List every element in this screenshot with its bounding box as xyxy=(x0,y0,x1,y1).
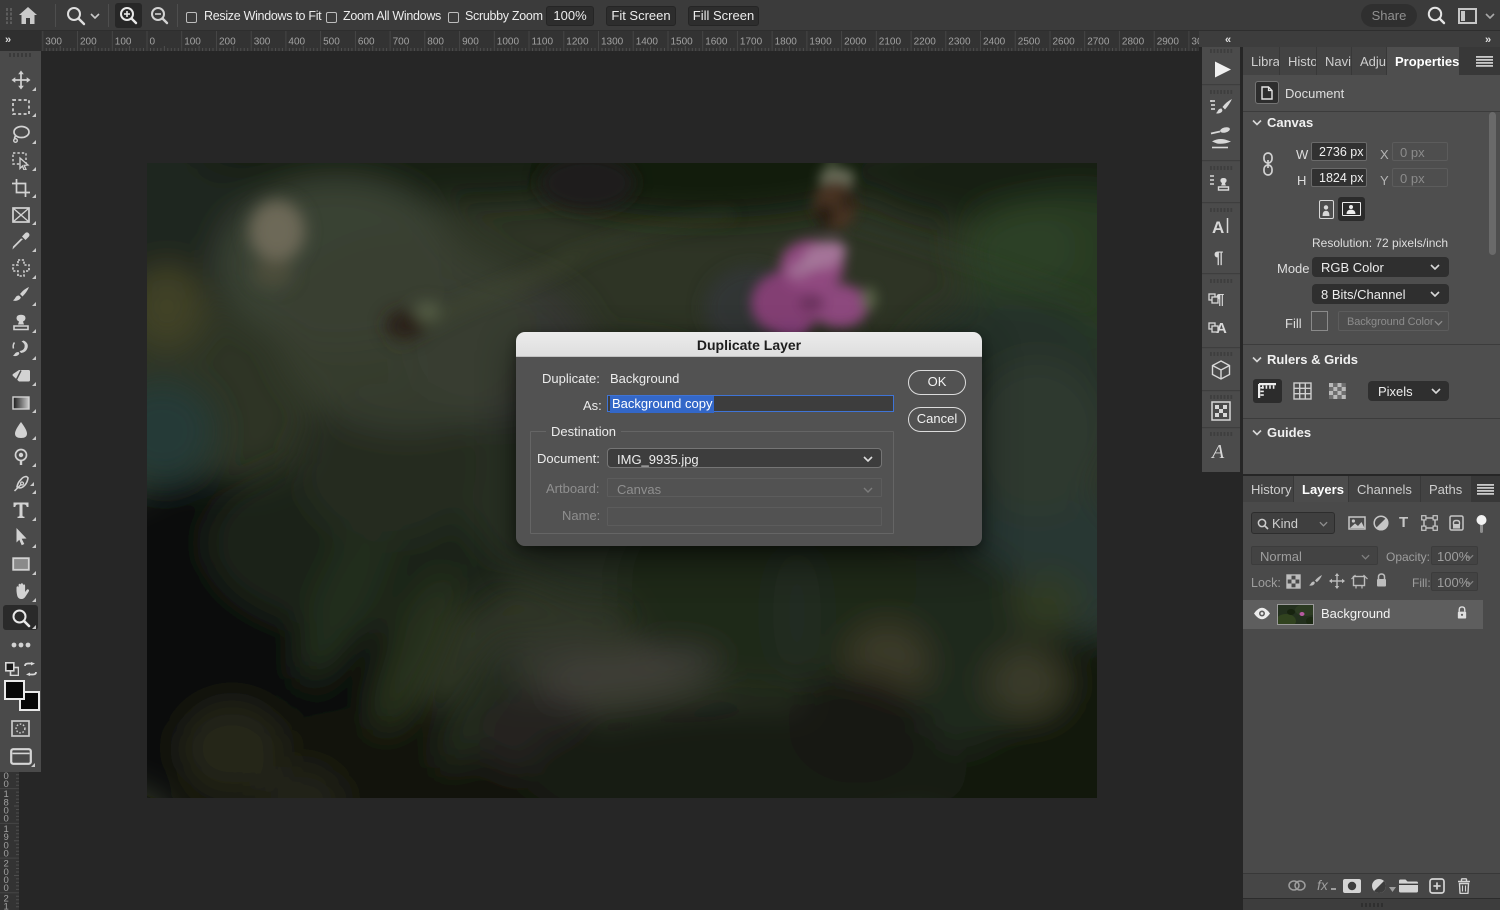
svg-text:A: A xyxy=(1210,441,1225,463)
svg-text:1700: 1700 xyxy=(740,37,763,48)
svg-text:1800: 1800 xyxy=(775,37,798,48)
svg-text:500: 500 xyxy=(323,37,340,48)
svg-text:2700: 2700 xyxy=(1087,37,1110,48)
svg-text:400: 400 xyxy=(288,37,305,48)
svg-text:0: 0 xyxy=(150,37,156,48)
svg-text:2600: 2600 xyxy=(1053,37,1076,48)
svg-text:1100: 1100 xyxy=(532,37,554,48)
svg-text:100: 100 xyxy=(115,37,132,48)
svg-text:2800: 2800 xyxy=(1122,37,1145,48)
svg-text:2000: 2000 xyxy=(844,37,867,48)
svg-text:1600: 1600 xyxy=(705,37,728,48)
svg-text:1500: 1500 xyxy=(671,37,694,48)
svg-text:1300: 1300 xyxy=(601,37,624,48)
svg-text:2400: 2400 xyxy=(983,37,1006,48)
svg-text:300: 300 xyxy=(45,37,62,48)
svg-text:800: 800 xyxy=(427,37,444,48)
svg-text:300: 300 xyxy=(254,37,271,48)
svg-text:2200: 2200 xyxy=(914,37,937,48)
svg-text:100: 100 xyxy=(184,37,201,48)
svg-text:1400: 1400 xyxy=(636,37,659,48)
svg-text:900: 900 xyxy=(462,37,479,48)
svg-text:2500: 2500 xyxy=(1018,37,1041,48)
svg-text:1: 1 xyxy=(4,902,9,910)
svg-text:¶: ¶ xyxy=(1214,248,1223,267)
svg-text:200: 200 xyxy=(219,37,236,48)
svg-text:700: 700 xyxy=(393,37,410,48)
svg-text:600: 600 xyxy=(358,37,375,48)
svg-text:2100: 2100 xyxy=(879,37,902,48)
svg-text:1900: 1900 xyxy=(809,37,832,48)
svg-text:1200: 1200 xyxy=(566,37,589,48)
svg-text:1000: 1000 xyxy=(497,37,520,48)
svg-text:2300: 2300 xyxy=(948,37,971,48)
svg-text:2900: 2900 xyxy=(1157,37,1180,48)
svg-text:3000: 3000 xyxy=(1191,37,1199,48)
svg-text:A: A xyxy=(1212,218,1224,237)
svg-text:200: 200 xyxy=(80,37,97,48)
